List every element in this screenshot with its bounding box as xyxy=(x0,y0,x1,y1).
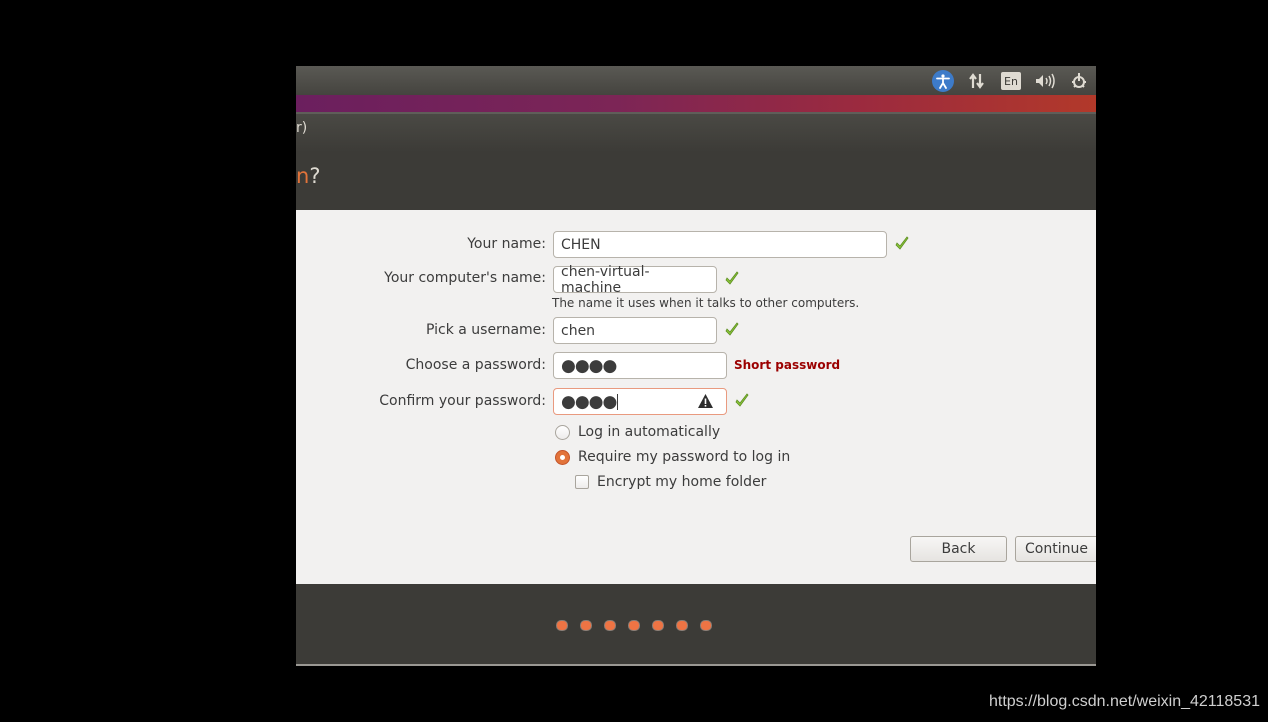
encrypt-home-checkbox[interactable]: Encrypt my home folder xyxy=(575,474,766,490)
progress-dot xyxy=(677,621,687,630)
encrypt-home-label: Encrypt my home folder xyxy=(597,474,767,490)
radio-selected[interactable] xyxy=(555,449,570,465)
question-mark: ? xyxy=(309,164,321,188)
progress-dot xyxy=(701,621,711,630)
computer-name-valid-check-icon xyxy=(725,271,739,285)
installer-window: En r) n? Your name: CHEN Your computer's… xyxy=(296,66,1096,666)
page-question: n? xyxy=(296,164,320,188)
progress-dot xyxy=(629,621,639,630)
warning-icon xyxy=(698,394,713,408)
keyboard-layout-icon[interactable]: En xyxy=(1000,70,1022,92)
installer-header: r) n? xyxy=(296,114,1096,210)
accessibility-icon[interactable] xyxy=(932,70,954,92)
username-valid-check-icon xyxy=(725,322,739,336)
username-label: Pick a username: xyxy=(425,322,546,338)
log-in-automatically-label: Log in automatically xyxy=(578,424,721,440)
top-panel: En xyxy=(296,66,1096,95)
log-in-automatically-radio[interactable]: Log in automatically xyxy=(555,424,720,440)
your-name-input[interactable]: CHEN xyxy=(553,231,887,258)
installer-banner xyxy=(296,95,1096,114)
your-name-label: Your name: xyxy=(467,236,546,252)
username-input[interactable]: chen xyxy=(553,317,717,344)
progress-dot xyxy=(605,621,615,630)
progress-dot xyxy=(653,621,663,630)
computer-name-label: Your computer's name: xyxy=(384,270,546,286)
your-name-value: CHEN xyxy=(561,236,601,253)
continue-button[interactable]: Continue xyxy=(1015,536,1096,562)
progress-dot xyxy=(581,621,591,630)
confirm-password-valid-check-icon xyxy=(735,393,749,407)
computer-name-input[interactable]: chen-virtual-machine xyxy=(553,263,717,296)
installer-footer xyxy=(296,584,1096,666)
back-button[interactable]: Back xyxy=(910,536,1007,562)
question-fragment: n xyxy=(296,164,310,188)
network-icon[interactable] xyxy=(966,70,988,92)
keyboard-layout-label: En xyxy=(1001,72,1021,90)
username-value: chen xyxy=(561,322,596,339)
password-strength: Short password xyxy=(734,358,841,372)
volume-icon[interactable] xyxy=(1034,70,1056,92)
password-value: ●●●● xyxy=(561,355,617,376)
require-password-label: Require my password to log in xyxy=(578,449,791,465)
who-are-you-form: Your name: CHEN Your computer's name: ch… xyxy=(296,210,1096,584)
text-cursor xyxy=(617,393,619,410)
require-password-radio[interactable]: Require my password to log in xyxy=(555,449,790,465)
checkbox-unchecked[interactable] xyxy=(575,475,589,489)
your-name-valid-check-icon xyxy=(895,236,909,250)
window-title-fragment: r) xyxy=(296,120,308,136)
password-label: Choose a password: xyxy=(405,357,546,373)
progress-dots xyxy=(557,621,711,630)
indicator-area: En xyxy=(932,70,1090,92)
password-input[interactable]: ●●●● xyxy=(553,352,727,379)
progress-dot xyxy=(557,621,567,630)
confirm-password-value: ●●●● xyxy=(561,391,617,412)
computer-name-value: chen-virtual-machine xyxy=(561,263,650,296)
power-icon[interactable] xyxy=(1068,70,1090,92)
watermark-url: https://blog.csdn.net/weixin_42118531 xyxy=(988,693,1260,710)
confirm-password-label: Confirm your password: xyxy=(379,393,546,409)
computer-name-hint: The name it uses when it talks to other … xyxy=(552,296,860,310)
confirm-password-input[interactable]: ●●●● xyxy=(553,388,727,415)
radio-unselected[interactable] xyxy=(555,424,570,440)
